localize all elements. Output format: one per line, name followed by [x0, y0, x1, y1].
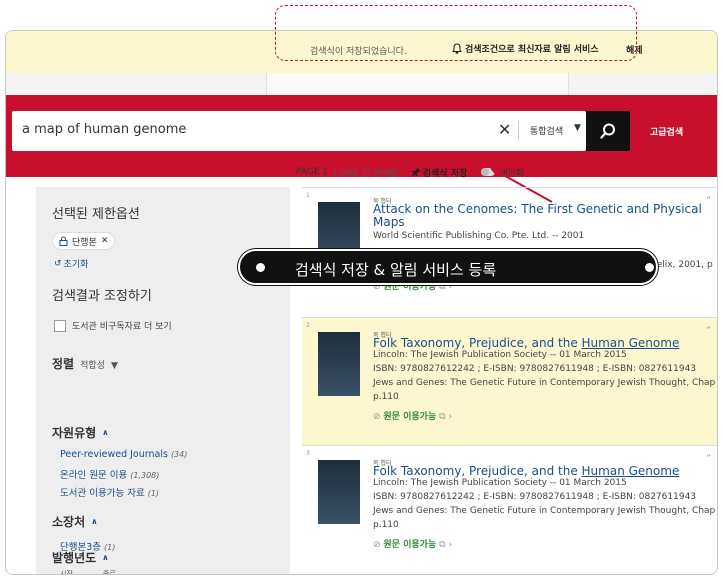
external-icon: ⧉ › [436, 412, 452, 422]
book-cover[interactable] [318, 332, 360, 396]
result-title-highlight: Human Genome [581, 336, 680, 350]
result-meta: p.110 [373, 392, 399, 402]
facet-item[interactable]: 온라인 원문 이용 (1,308) [60, 467, 159, 481]
facet-item[interactable]: 도서관 이용가능 자료 (1) [60, 485, 159, 499]
result-item[interactable]: 2 북 챕터 Folk Taxonomy, Prejudice, and the… [302, 317, 717, 445]
fulltext-link-label: 원문 이용가능 [383, 412, 437, 422]
search-scope-select[interactable]: 통합검색 [530, 124, 563, 137]
adjust-results-title: 검색결과 조정하기 [52, 289, 152, 304]
advanced-search-link[interactable]: 고급검색 [650, 125, 683, 138]
filter-chip-label: 단행본 [72, 237, 97, 248]
result-meta: Jews and Genes: The Genetic Future in Co… [373, 378, 716, 388]
sort-value: 적합성 [80, 361, 105, 371]
result-isbn: ISBN: 9780827612242 ; E-ISBN: 9780827611… [373, 492, 697, 502]
result-title-text: Folk Taxonomy, Prejudice, and the [373, 336, 582, 350]
result-meta: Lincoln: The Jewish Publication Society … [373, 478, 627, 488]
clear-icon[interactable]: ✕ [498, 120, 511, 139]
search-box: a map of human genome ✕ 통합검색 ▼ [12, 111, 586, 151]
fulltext-link[interactable]: ⊘ 원문 이용가능 ⧉ › [373, 537, 452, 550]
lock-icon [59, 236, 68, 246]
search-input[interactable]: a map of human genome [22, 122, 186, 137]
chevron-down-icon[interactable]: ▼ [574, 123, 581, 133]
chevron-up-icon: ∧ [91, 517, 98, 526]
close-icon[interactable]: ✕ [101, 236, 109, 246]
facet-resource-type[interactable]: 자원유형 ∧ [52, 424, 109, 441]
save-search-label: 검색식 저장 [422, 168, 468, 179]
facet-pub-year[interactable]: 발행년도 ∧ [52, 549, 109, 566]
result-number: 1 [306, 192, 310, 199]
result-title-highlight: Human Genome [581, 464, 680, 478]
facet-holdings[interactable]: 소장처 ∧ [52, 513, 98, 530]
callout-dot [256, 263, 265, 272]
facet-item-label: 도서관 이용가능 자료 [60, 488, 145, 499]
result-number: 2 [306, 322, 310, 329]
external-icon: ⧉ › [436, 540, 452, 550]
non-subscribed-checkbox[interactable]: 도서관 비구독자료 더 보기 [54, 319, 172, 332]
year-range: 시작 종료 [60, 569, 116, 575]
filter-sidebar: 선택된 제한옵션 단행본 ✕ ↺ 초기화 검색결과 조정하기 도서관 비구독자료… [36, 187, 290, 575]
link-icon: ⊘ [373, 412, 384, 422]
facet-item-count: (1) [147, 489, 160, 498]
result-title-text: Folk Taxonomy, Prejudice, and the [373, 464, 582, 478]
result-number: 3 [306, 450, 310, 457]
refresh-icon: ↺ [54, 258, 62, 269]
filter-chip[interactable]: 단행본 ✕ [52, 232, 116, 250]
facet-item-count: (1,308) [130, 471, 160, 480]
checkbox-label: 도서관 비구독자료 더 보기 [72, 322, 172, 332]
book-cover[interactable] [318, 460, 360, 524]
search-divider [518, 121, 519, 141]
fulltext-link[interactable]: ⊘ 원문 이용가능 ⧉ › [373, 409, 452, 422]
facet-item-label: Peer-reviewed Journals [60, 449, 168, 460]
result-title[interactable]: Attack on the Cenomes: The First Genetic… [373, 203, 713, 229]
top-strip [6, 73, 717, 95]
result-meta: Jews and Genes: The Genetic Future in Co… [373, 506, 716, 516]
chevron-up-icon: ∧ [102, 553, 109, 562]
search-icon [600, 123, 615, 139]
page-indicator: PAGE 1 [296, 167, 329, 177]
callout-dot [645, 263, 654, 272]
result-count: 1,309 건 검색됨 [332, 168, 397, 179]
top-strip-tab [266, 73, 569, 95]
result-item[interactable]: 3 북 챕터 Folk Taxonomy, Prejudice, and the… [302, 445, 717, 574]
pin-icon [411, 167, 421, 177]
result-meta: p.110 [373, 520, 399, 530]
callout-text: 검색식 저장 & 알림 서비스 등록 [295, 261, 497, 279]
cite-icon[interactable]: ” [706, 326, 711, 336]
result-meta: Lincoln: The Jewish Publication Society … [373, 350, 627, 360]
result-isbn: ISBN: 9780827612242 ; E-ISBN: 9780827611… [373, 364, 697, 374]
result-title[interactable]: Folk Taxonomy, Prejudice, and the Human … [373, 337, 713, 350]
search-button[interactable] [586, 111, 630, 151]
facet-resource-type-label: 자원유형 [52, 426, 97, 440]
highlight-outline [275, 5, 637, 61]
facet-holdings-label: 소장처 [52, 515, 86, 529]
reset-label: 초기화 [63, 260, 89, 270]
tutorial-callout: 검색식 저장 & 알림 서비스 등록 [238, 249, 658, 285]
range-from-label: 시작 [60, 570, 73, 575]
result-meta: World Scientific Publishing Co. Pte. Ltd… [373, 231, 585, 241]
range-to-label: 종료 [102, 570, 116, 575]
cite-icon[interactable]: ” [706, 196, 711, 206]
checkbox-box[interactable] [54, 319, 66, 332]
result-meta: Helix, 2001, p [650, 260, 713, 270]
facet-item-label: 온라인 원문 이용 [60, 470, 128, 481]
result-title[interactable]: Folk Taxonomy, Prejudice, and the Human … [373, 465, 713, 478]
fulltext-link-label: 원문 이용가능 [383, 540, 437, 550]
facet-item[interactable]: Peer-reviewed Journals (34) [60, 449, 187, 460]
facet-pub-year-label: 발행년도 [52, 551, 97, 565]
sort-label: 정렬 [52, 357, 75, 371]
app-window: 검색식이 저장되었습니다. 검색조건으로 최신자료 알림 서비스 해제 a ma… [5, 30, 718, 575]
reset-button[interactable]: ↺ 초기화 [54, 257, 89, 271]
cite-icon[interactable]: ” [706, 454, 711, 464]
sort-select[interactable]: 정렬 적합성 ▼ [52, 355, 118, 372]
chevron-up-icon: ∧ [102, 428, 109, 437]
link-icon: ⊘ [373, 540, 384, 550]
selected-options-title: 선택된 제한옵션 [52, 207, 140, 222]
save-search-button[interactable]: 검색식 저장 [411, 166, 468, 179]
facet-item-count: (34) [170, 450, 188, 459]
chevron-down-icon: ▼ [110, 361, 118, 371]
